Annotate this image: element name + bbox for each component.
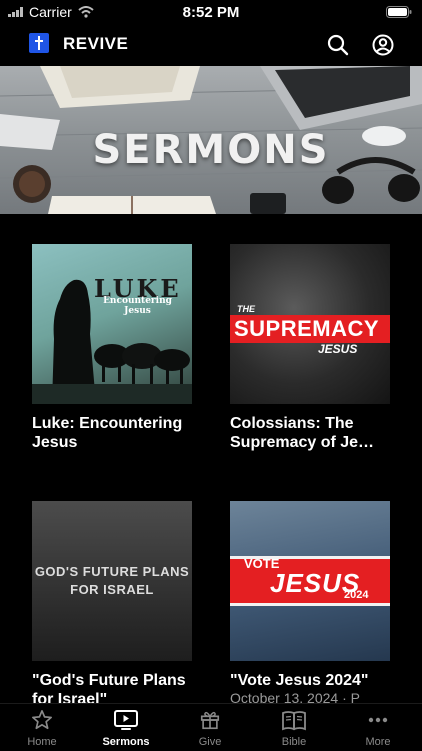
artwork-title: GOD'S FUTURE PLANS FOR ISRAEL [34, 564, 190, 597]
sermon-title: Luke: Encountering Jesus [32, 415, 183, 451]
artwork-subtitle: JESUS [318, 342, 358, 356]
cross-logo-icon [29, 33, 49, 53]
tab-label: More [365, 736, 391, 748]
search-button[interactable] [323, 30, 353, 60]
artwork-subtitle: Encountering Jesus [103, 296, 172, 316]
status-time: 8:52 PM [182, 4, 240, 21]
sermon-title: Colossians: The Supremacy of Je… [230, 415, 375, 451]
ellipsis-icon [368, 717, 388, 723]
tab-bar: Home Sermons Give Bible More [0, 703, 422, 751]
series-artwork: VOTE JESUS 2024 [230, 501, 390, 661]
series-artwork: THE SUPREMACY JESUS [230, 244, 390, 404]
play-screen-icon [114, 710, 138, 730]
sermon-title: "Vote Jesus 2024" [230, 672, 369, 689]
sermon-card-luke[interactable]: LUKE Encountering Jesus Luke: Encounteri… [32, 244, 192, 452]
sermon-card-israel[interactable]: GOD'S FUTURE PLANS FOR ISRAEL "God's Fut… [32, 501, 192, 709]
sermon-card-colossians[interactable]: THE SUPREMACY JESUS Colossians: The Supr… [230, 244, 390, 452]
tab-bible[interactable]: Bible [252, 708, 336, 748]
account-icon [372, 34, 394, 56]
star-icon [32, 710, 52, 730]
tab-more[interactable]: More [336, 708, 420, 748]
sermon-card-vote-jesus[interactable]: VOTE JESUS 2024 "Vote Jesus 2024" Octobe… [230, 501, 390, 706]
book-icon [282, 711, 306, 731]
tab-label: Sermons [102, 736, 150, 748]
tab-home[interactable]: Home [0, 708, 84, 748]
search-icon [327, 34, 349, 56]
tab-give[interactable]: Give [168, 708, 252, 748]
series-artwork: LUKE Encountering Jesus [32, 244, 192, 404]
tab-label: Home [27, 736, 57, 748]
artwork-title: SUPREMACY [234, 316, 380, 341]
hero-title: SERMONS [92, 127, 330, 173]
gift-icon [200, 711, 220, 730]
artwork-kicker: THE [237, 304, 255, 314]
hero-banner[interactable]: SERMONS [0, 66, 422, 214]
app-header: REVIVE [0, 24, 422, 66]
status-bar: Carrier 8:52 PM [0, 0, 422, 24]
series-artwork: GOD'S FUTURE PLANS FOR ISRAEL [32, 501, 192, 661]
shepherd-silhouette-image [32, 279, 192, 404]
tab-sermons[interactable]: Sermons [84, 708, 168, 748]
profile-button[interactable] [368, 30, 398, 60]
app-title: REVIVE [63, 34, 129, 53]
artwork-subtitle: 2024 [344, 589, 369, 601]
battery-icon [386, 5, 412, 23]
tab-label: Bible [281, 736, 307, 748]
tab-label: Give [198, 736, 222, 748]
